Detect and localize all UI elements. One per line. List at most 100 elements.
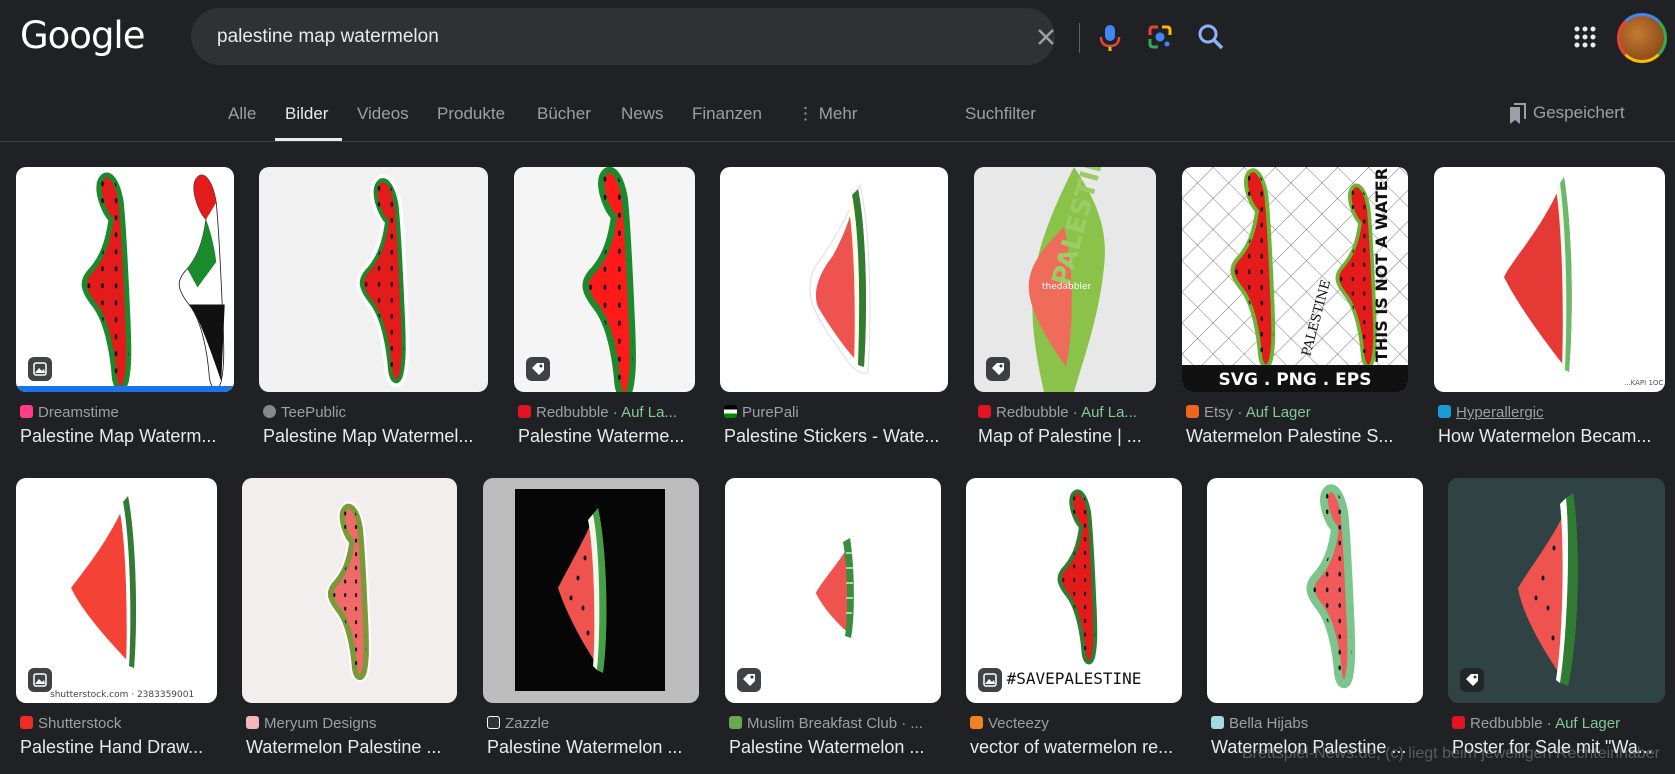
result-thumbnail[interactable]: #SAVEPALESTINE [966, 478, 1182, 703]
site-favicon-icon [1211, 716, 1224, 729]
result-title[interactable]: Palestine Hand Draw... [20, 736, 213, 758]
source-name: Redbubble [996, 404, 1069, 421]
result-title[interactable]: Watermelon Palestine ... [246, 736, 453, 758]
result-source[interactable]: Dreamstime [20, 404, 230, 422]
result-thumbnail[interactable] [720, 167, 948, 392]
source-name: Bella Hijabs [1229, 715, 1309, 732]
result-thumbnail[interactable]: THIS IS NOT A WATERMELON PALESTINE SVG .… [1182, 167, 1408, 392]
site-favicon-icon [487, 716, 500, 729]
source-name: Hyperallergic [1456, 404, 1544, 421]
search-filters[interactable]: Suchfilter [965, 76, 1036, 141]
site-favicon-icon [263, 405, 276, 418]
stock-status: · Auf Lager [1546, 715, 1621, 732]
result-source[interactable]: Muslim Breakfast Club · ... [729, 715, 937, 733]
result-title[interactable]: Palestine Map Watermel... [263, 425, 484, 447]
result-thumbnail[interactable] [483, 478, 699, 703]
account-avatar[interactable] [1617, 13, 1667, 63]
result-title[interactable]: Palestine Waterme... [518, 425, 691, 447]
search-input[interactable]: palestine map watermelon [217, 8, 439, 65]
image-text: SVG . PNG . EPS [1219, 370, 1372, 390]
result-source[interactable]: Redbubble · Auf La... [518, 404, 691, 422]
result-title[interactable]: Watermelon Palestine S... [1186, 425, 1404, 447]
image-text: #SAVEPALESTINE [1007, 669, 1142, 688]
tab-finance[interactable]: Finanzen [692, 76, 762, 141]
result-source[interactable]: Redbubble · Auf Lager [1452, 715, 1661, 733]
site-favicon-icon [724, 405, 737, 418]
tab-books[interactable]: Bücher [537, 76, 591, 141]
google-logo[interactable]: Google [20, 14, 145, 57]
result-source[interactable]: Hyperallergic [1438, 404, 1661, 422]
result-source[interactable]: Etsy · Auf Lager [1186, 404, 1404, 422]
tab-all[interactable]: Alle [228, 76, 256, 141]
result-title[interactable]: How Watermelon Becam... [1438, 425, 1661, 447]
result-thumbnail[interactable] [259, 167, 488, 392]
result-title[interactable]: Palestine Stickers - Wate... [724, 425, 944, 447]
search-divider [1079, 23, 1080, 53]
result-title[interactable]: Palestine Map Waterm... [20, 425, 230, 447]
tab-news[interactable]: News [621, 76, 664, 141]
source-name: TeePublic [281, 404, 347, 421]
result-thumbnail[interactable] [514, 167, 695, 392]
site-favicon-icon [1186, 405, 1199, 418]
source-name: Zazzle [505, 715, 550, 732]
result-source[interactable]: Vecteezy [970, 715, 1178, 733]
result-source[interactable]: Shutterstock [20, 715, 213, 733]
site-favicon-icon [246, 716, 259, 729]
shopping-tag-icon [986, 357, 1010, 381]
shopping-tag-icon [1460, 668, 1484, 692]
image-text: thedabbler [1042, 282, 1091, 292]
clear-icon[interactable] [1031, 22, 1061, 52]
stock-status: · Auf La... [612, 404, 677, 421]
tab-images[interactable]: Bilder [275, 76, 342, 141]
stock-status: · Auf Lager [1237, 404, 1311, 421]
tab-videos[interactable]: Videos [357, 76, 409, 141]
apps-grid-icon[interactable] [1573, 25, 1597, 54]
result-title[interactable]: Palestine Watermelon ... [729, 736, 937, 758]
site-favicon-icon [20, 405, 33, 418]
site-favicon-icon [729, 716, 742, 729]
source-name: Redbubble [536, 404, 609, 421]
site-favicon-icon [978, 405, 991, 418]
source-name: Redbubble [1470, 715, 1543, 732]
result-source[interactable]: Zazzle [487, 715, 695, 733]
source-name: PurePali [742, 404, 799, 421]
result-source[interactable]: PurePali [724, 404, 944, 422]
footer-watermark: Brettspiel-News.de, (c) liegt beim jewei… [1242, 745, 1660, 762]
site-favicon-icon [970, 716, 983, 729]
result-thumbnail[interactable]: shutterstock.com · 2383359001 [16, 478, 217, 703]
image-badge-icon [978, 668, 1002, 692]
google-lens-icon[interactable] [1146, 23, 1174, 56]
tab-products[interactable]: Produkte [437, 76, 505, 141]
result-thumbnail[interactable]: ...KAPI 1OC [1434, 167, 1665, 392]
search-icon[interactable] [1196, 22, 1226, 57]
result-title[interactable]: Palestine Watermelon ... [487, 736, 695, 758]
search-box[interactable]: palestine map watermelon [191, 8, 1224, 65]
result-thumbnail[interactable]: PALESTINE thedabbler [974, 167, 1156, 392]
mic-icon[interactable] [1096, 23, 1124, 58]
result-source[interactable]: Bella Hijabs [1211, 715, 1419, 733]
source-name: Vecteezy [988, 715, 1049, 732]
result-source[interactable]: Redbubble · Auf La... [978, 404, 1152, 422]
site-favicon-icon [1452, 716, 1465, 729]
result-title[interactable]: Map of Palestine | ... [978, 425, 1152, 447]
result-thumbnail[interactable] [16, 167, 234, 392]
result-thumbnail[interactable] [1207, 478, 1423, 703]
result-title[interactable]: vector of watermelon re... [970, 736, 1178, 758]
image-text: ...KAPI 1OC [1624, 379, 1663, 387]
result-source[interactable]: TeePublic [263, 404, 484, 422]
result-thumbnail[interactable] [1448, 478, 1665, 703]
image-text: THIS IS NOT A WATERMELON [1372, 167, 1391, 362]
source-name: Dreamstime [38, 404, 119, 421]
shopping-tag-icon [737, 668, 761, 692]
bookmark-stack-icon [1510, 103, 1526, 124]
result-thumbnail[interactable] [242, 478, 457, 703]
source-name: Etsy [1204, 404, 1234, 421]
result-thumbnail[interactable] [725, 478, 941, 703]
result-source[interactable]: Meryum Designs [246, 715, 453, 733]
source-name: Muslim Breakfast Club · ... [747, 715, 923, 732]
saved-link[interactable]: Gespeichert [1510, 76, 1625, 150]
image-text: shutterstock.com · 2383359001 [50, 690, 194, 700]
saved-label: Gespeichert [1533, 103, 1625, 122]
shopping-tag-icon [526, 357, 550, 381]
tab-more[interactable]: ⋮ Mehr [797, 76, 857, 141]
